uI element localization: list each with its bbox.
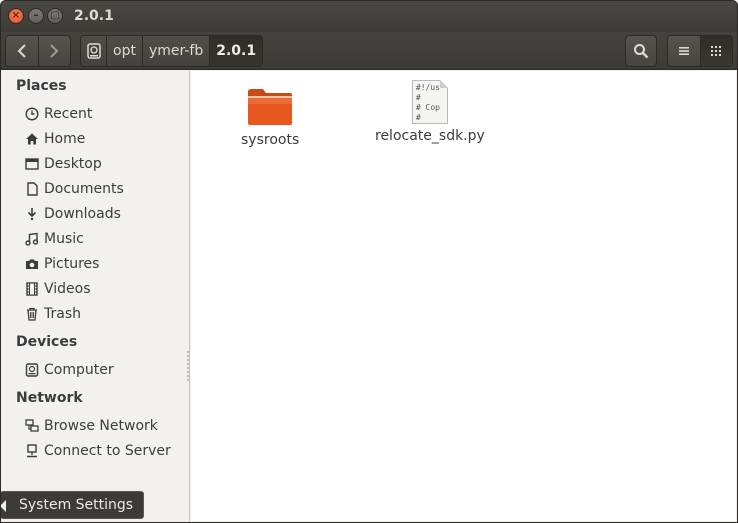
script-file-icon: #!/us # # Cop # [411, 80, 448, 124]
sidebar-item-label: Desktop [44, 156, 102, 172]
sidebar-item-label: Recent [44, 106, 93, 122]
download-icon [24, 206, 40, 222]
grid-view-icon [711, 46, 722, 56]
music-icon [24, 231, 40, 247]
home-icon [24, 131, 40, 147]
sidebar-item-downloads[interactable]: Downloads [24, 203, 121, 225]
file-item-sysroots[interactable]: sysroots [241, 86, 299, 148]
drive-icon [86, 43, 101, 59]
chevron-left-icon [17, 44, 26, 58]
sidebar-item-label: Browse Network [44, 418, 158, 434]
navigation-buttons [5, 35, 71, 67]
breadcrumb-root-button[interactable] [81, 36, 107, 66]
back-button[interactable] [6, 36, 38, 66]
script-preview-line: #!/us [415, 83, 440, 92]
sidebar-item-label: Computer [44, 362, 114, 378]
script-preview-line: # Cop [415, 103, 440, 112]
search-button[interactable] [625, 35, 657, 67]
sidebar-item-label: Music [44, 231, 84, 247]
places-heading: Places [16, 78, 67, 94]
grid-view-button[interactable] [699, 36, 732, 66]
network-heading: Network [16, 390, 83, 406]
view-mode-buttons [667, 35, 733, 67]
sidebar: Places Recent Home Desktop Documents Dow… [0, 71, 190, 523]
sidebar-item-label: Pictures [44, 256, 100, 272]
close-icon: × [11, 10, 21, 21]
sidebar-item-trash[interactable]: Trash [24, 303, 81, 325]
minimize-icon: – [33, 10, 39, 21]
sidebar-item-label: Downloads [44, 206, 121, 222]
sidebar-item-browse-network[interactable]: Browse Network [24, 415, 158, 437]
breadcrumb-opt[interactable]: opt [107, 36, 143, 66]
system-settings-tooltip: System Settings [0, 491, 145, 519]
film-icon [24, 281, 40, 297]
sidebar-item-label: Documents [44, 181, 124, 197]
list-view-button[interactable] [668, 36, 700, 66]
sidebar-resize-handle[interactable] [187, 351, 189, 381]
script-preview-line: # [415, 93, 421, 102]
folder-icon [246, 86, 294, 128]
forward-button[interactable] [37, 36, 71, 66]
sidebar-item-label: Trash [44, 306, 81, 322]
trash-icon [24, 306, 40, 322]
breadcrumb: opt ymer-fb 2.0.1 [80, 35, 264, 67]
camera-icon [24, 256, 40, 272]
sidebar-item-label: Connect to Server [44, 443, 171, 459]
sidebar-item-music[interactable]: Music [24, 228, 84, 250]
sidebar-item-computer[interactable]: Computer [24, 359, 114, 381]
breadcrumb-ymer-fb[interactable]: ymer-fb [143, 36, 211, 66]
desktop-icon [24, 156, 40, 172]
devices-heading: Devices [16, 334, 78, 350]
file-name: relocate_sdk.py [375, 128, 485, 144]
list-view-icon [678, 47, 689, 55]
maximize-icon: □ [50, 10, 60, 21]
drive-icon [24, 362, 40, 378]
clock-icon [24, 106, 40, 122]
file-item-relocate-sdk[interactable]: #!/us # # Cop # relocate_sdk.py [375, 80, 485, 144]
sidebar-item-videos[interactable]: Videos [24, 278, 91, 300]
breadcrumb-current[interactable]: 2.0.1 [210, 36, 263, 66]
title-bar: × – □ 2.0.1 [0, 0, 738, 32]
sidebar-item-connect-to-server[interactable]: Connect to Server [24, 440, 171, 462]
search-icon [634, 44, 649, 59]
file-view[interactable]: sysroots #!/us # # Cop # relocate_sdk.py [191, 71, 736, 521]
sidebar-item-label: Videos [44, 281, 91, 297]
network-icon [24, 418, 40, 434]
maximize-window-button[interactable]: □ [47, 8, 63, 24]
documents-icon [24, 181, 40, 197]
sidebar-item-home[interactable]: Home [24, 128, 85, 150]
sidebar-item-desktop[interactable]: Desktop [24, 153, 102, 175]
server-icon [24, 443, 40, 459]
toolbar: opt ymer-fb 2.0.1 [0, 32, 738, 70]
sidebar-item-recent[interactable]: Recent [24, 103, 92, 125]
script-preview-line: # [415, 113, 421, 122]
file-name: sysroots [241, 132, 300, 148]
sidebar-item-documents[interactable]: Documents [24, 178, 124, 200]
window-title: 2.0.1 [74, 8, 114, 24]
chevron-right-icon [50, 44, 59, 58]
sidebar-item-label: Home [44, 131, 86, 147]
sidebar-item-pictures[interactable]: Pictures [24, 253, 99, 275]
close-window-button[interactable]: × [8, 8, 24, 24]
minimize-window-button[interactable]: – [28, 8, 44, 24]
